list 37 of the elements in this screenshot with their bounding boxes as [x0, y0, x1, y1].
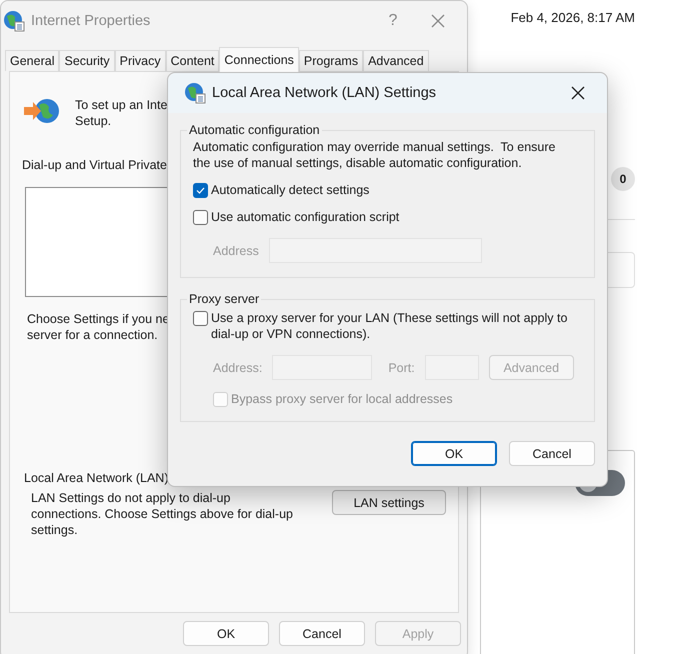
tab[interactable]: General — [5, 50, 60, 71]
checkbox[interactable] — [193, 183, 208, 198]
dialog-button[interactable]: Cancel — [279, 621, 365, 646]
field-label: Port: — [388, 360, 415, 374]
dialog-button[interactable]: OK — [183, 621, 269, 646]
field-label: Address: — [213, 360, 262, 374]
checkbox-label: Automatically detect settings — [211, 182, 370, 198]
dialog-button[interactable]: OK — [411, 441, 497, 466]
checkbox-label: Use a proxy server for your LAN (These settings will not apply to dial-up or VPN connections). — [211, 310, 568, 342]
globe-icon — [184, 82, 206, 104]
close-icon — [431, 14, 445, 28]
tab[interactable]: Security — [59, 50, 115, 71]
section-label: Local Area Network (LAN) — [24, 470, 169, 486]
tab[interactable]: Programs — [298, 50, 364, 71]
dialog-title: Local Area Network (LAN) Settings — [212, 85, 438, 101]
tab[interactable]: Connections — [219, 47, 299, 72]
lan-description: LAN Settings do not apply to dial-up connections. Choose Settings above for dial-up settings. — [31, 490, 293, 538]
description: Automatic configuration may override manual settings. To ensure the use of manual settings, disable automatic configuration. — [193, 139, 556, 171]
timestamp: Feb 4, 2026, 8:17 AM — [510, 10, 635, 25]
check-icon — [196, 187, 205, 194]
group-title: Automatic configuration — [188, 123, 321, 137]
checkbox[interactable] — [193, 311, 208, 326]
lan-settings-button[interactable]: LAN settings — [332, 490, 446, 515]
window-title: Internet Properties — [31, 13, 152, 29]
group-title: Proxy server — [188, 292, 260, 306]
tab[interactable]: Privacy — [114, 50, 166, 71]
close-icon — [571, 86, 585, 100]
tab[interactable]: Advanced — [363, 50, 429, 71]
tab[interactable]: Content — [166, 50, 220, 71]
count-badge: 0 — [611, 167, 635, 191]
field-label: Address — [213, 244, 259, 258]
checkbox[interactable] — [193, 210, 208, 225]
setup-text: To set up an Inte Setup. — [75, 97, 168, 129]
section-label: Dial-up and Virtual Private — [22, 157, 167, 173]
checkbox-label: Use automatic configuration script — [211, 209, 400, 225]
checkbox-label: Bypass proxy server for local addresses — [231, 391, 453, 407]
dialog-button[interactable]: Cancel — [509, 441, 595, 466]
